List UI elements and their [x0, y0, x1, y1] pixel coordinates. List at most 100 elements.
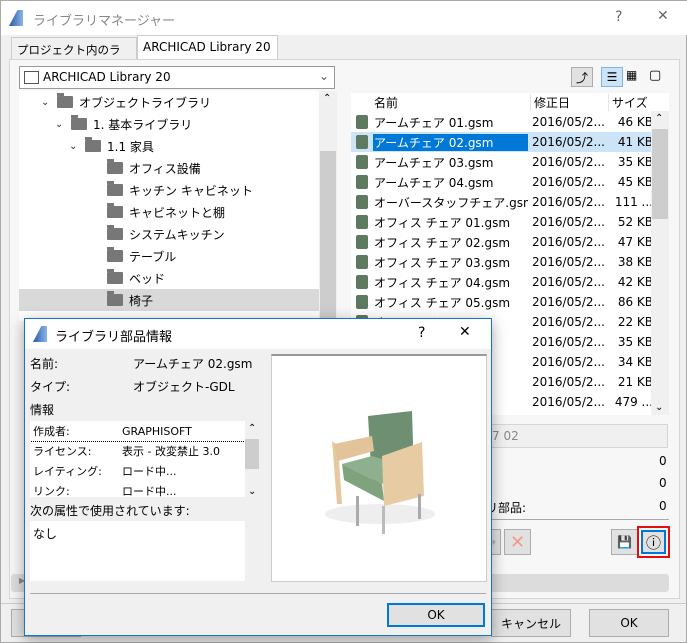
file-modified: 2016/05/2... [532, 235, 605, 249]
cancel-button[interactable]: キャンセル [491, 609, 571, 637]
info-button[interactable]: ⓘ [641, 530, 666, 554]
delete-button[interactable]: ✕ [504, 529, 531, 555]
save-button[interactable]: 💾 [611, 529, 638, 555]
file-size: 111 ... [614, 195, 653, 209]
dialog-ok-button[interactable]: OK [387, 603, 485, 627]
info-row[interactable]: ライセンス: 表示 - 改変禁止 3.0 [30, 441, 245, 461]
list-scroll-thumb[interactable] [652, 129, 668, 219]
tree-item[interactable]: ベッド [19, 267, 319, 289]
close-button[interactable]: ✕ [657, 8, 669, 24]
file-row[interactable]: オフィス チェア 01.gsm 2016/05/2... 52 KB [351, 212, 653, 232]
list-scrollbar[interactable]: ⌃ ⌄ [651, 111, 669, 415]
info-row[interactable]: リンク: ロード中... [30, 481, 245, 497]
preview-view-button[interactable]: ▢ [649, 68, 667, 86]
tree-item-label: 1.1 家具 [107, 139, 154, 154]
save-icon: 💾 [617, 535, 632, 549]
file-row[interactable]: アームチェア 01.gsm 2016/05/2... 46 KB [351, 112, 653, 132]
file-row[interactable]: オフィス チェア 04.gsm 2016/05/2... 42 KB [351, 272, 653, 292]
file-row[interactable]: オフィス チェア 02.gsm 2016/05/2... 47 KB [351, 232, 653, 252]
file-row[interactable]: アームチェア 03.gsm 2016/05/2... 35 KB [351, 152, 653, 172]
file-name: オフィス チェア 01.gsm [374, 215, 511, 230]
delete-x-icon: ✕ [509, 531, 526, 553]
info-value: 表示 - 改変禁止 3.0 [122, 445, 220, 458]
tree-item[interactable]: 椅子 [19, 289, 319, 311]
ok-button[interactable]: OK [589, 609, 669, 637]
scroll-up-icon[interactable]: ⌃ [655, 113, 663, 124]
column-header-name[interactable]: 名前 [373, 94, 528, 111]
tree-item[interactable]: システムキッチン [19, 223, 319, 245]
scroll-down-icon[interactable]: ⌄ [655, 402, 663, 413]
chevron-down-icon[interactable]: ⌄ [69, 141, 81, 152]
dialog-help-button[interactable]: ? [418, 325, 425, 341]
tree-item[interactable]: ⌄ 1.1 家具 [19, 135, 319, 157]
name-value: アームチェア 02.gsm [133, 357, 253, 371]
tab-archicad-library[interactable]: ARCHICAD Library 20 [137, 35, 278, 60]
tree-scroll-thumb[interactable] [320, 151, 336, 321]
library-select-value: ARCHICAD Library 20 [43, 70, 171, 84]
chair-object-icon [356, 235, 368, 249]
info-key: 作成者: [33, 425, 70, 438]
info-key: リンク: [33, 485, 70, 497]
file-row[interactable]: アームチェア 02.gsm 2016/05/2... 41 KB [351, 132, 653, 152]
info-row[interactable]: レイティング: ロード中... [30, 461, 245, 481]
chair-object-icon [356, 155, 368, 169]
tab-project-library[interactable]: プロジェクト内のライブラリ [11, 37, 137, 73]
scroll-up-icon[interactable]: ⌃ [323, 93, 331, 104]
tree-item[interactable]: オフィス設備 [19, 157, 319, 179]
armchair-preview-icon [325, 411, 435, 534]
tree-item[interactable]: ⌄ オブジェクトライブラリ [19, 91, 319, 113]
chevron-down-icon[interactable]: ⌄ [55, 119, 67, 130]
column-header-size[interactable]: サイズ [608, 94, 648, 111]
file-name: アームチェア 01.gsm [374, 115, 494, 130]
parent-folder-button[interactable]: ⤴ [571, 67, 593, 87]
folder-tree[interactable]: ⌄ オブジェクトライブラリ ⌄ 1. 基本ライブラリ ⌄ 1.1 家具 オフィス設備 キッチン… [19, 91, 337, 321]
folder-icon [107, 247, 123, 262]
file-name: アームチェア 03.gsm [374, 155, 494, 170]
used-by-list[interactable]: なし [30, 521, 245, 581]
dialog-title: ライブラリ部品情報 [55, 330, 173, 345]
scroll-down-icon[interactable]: ⌄ [248, 486, 256, 497]
file-modified: 2016/05/2... [532, 175, 605, 189]
file-row[interactable]: オフィス チェア 03.gsm 2016/05/2... 38 KB [351, 252, 653, 272]
part-name-field[interactable]: 7 02 [471, 424, 668, 448]
file-size: 41 KB [617, 135, 653, 149]
window-title: ライブラリマネージャー [33, 14, 176, 29]
tree-item[interactable]: キッチン キャビネット [19, 179, 319, 201]
tree-item-label: キャビネットと棚 [129, 205, 226, 220]
preview-icon: ▢ [649, 68, 662, 83]
folder-icon [107, 225, 123, 240]
file-size: 86 KB [617, 295, 653, 309]
info-table[interactable]: 作成者: GRAPHISOFT ライセンス: 表示 - 改変禁止 3.0 レイティング:… [30, 421, 245, 497]
tree-item[interactable]: キャビネットと棚 [19, 201, 319, 223]
chevron-down-icon: ⌄ [318, 69, 329, 83]
scroll-up-icon[interactable]: ⌃ [248, 423, 256, 434]
file-modified: 2016/05/2... [532, 115, 605, 129]
file-modified: 2016/05/2... [532, 375, 605, 389]
file-row[interactable]: オフィス チェア 05.gsm 2016/05/2... 86 KB [351, 292, 653, 312]
chair-object-icon [356, 215, 368, 229]
list-view-button[interactable]: ☰ [601, 67, 623, 87]
file-row[interactable]: オーバースタッフチェア.gsm 2016/05/2... 111 ... [351, 192, 653, 212]
info-row[interactable]: 作成者: GRAPHISOFT [30, 421, 245, 442]
dialog-title-bar: ライブラリ部品情報 ? ✕ [25, 319, 491, 349]
info-scrollbar[interactable]: ⌃ ⌄ [245, 421, 259, 497]
file-size: 35 KB [617, 335, 653, 349]
count-value-1: 0 [659, 454, 667, 468]
chair-object-icon [356, 275, 368, 289]
grid-view-button[interactable]: ▦ [626, 68, 644, 86]
column-header-modified[interactable]: 修正日 [530, 94, 608, 111]
help-button[interactable]: ? [615, 9, 622, 25]
library-select[interactable]: ARCHICAD Library 20 ⌄ [19, 66, 335, 89]
info-scroll-thumb[interactable] [245, 439, 259, 469]
file-row[interactable]: アームチェア 04.gsm 2016/05/2... 45 KB [351, 172, 653, 192]
file-modified: 2016/05/2... [532, 135, 605, 149]
dialog-close-button[interactable]: ✕ [459, 324, 471, 340]
tree-scrollbar[interactable]: ⌃ [319, 91, 337, 321]
preview-image [271, 354, 487, 582]
tree-item[interactable]: ⌄ 1. 基本ライブラリ [19, 113, 319, 135]
folder-icon [107, 181, 123, 196]
list-icon: ☰ [606, 70, 618, 84]
file-size: 52 KB [617, 215, 653, 229]
chevron-down-icon[interactable]: ⌄ [41, 97, 53, 108]
tree-item[interactable]: テーブル [19, 245, 319, 267]
